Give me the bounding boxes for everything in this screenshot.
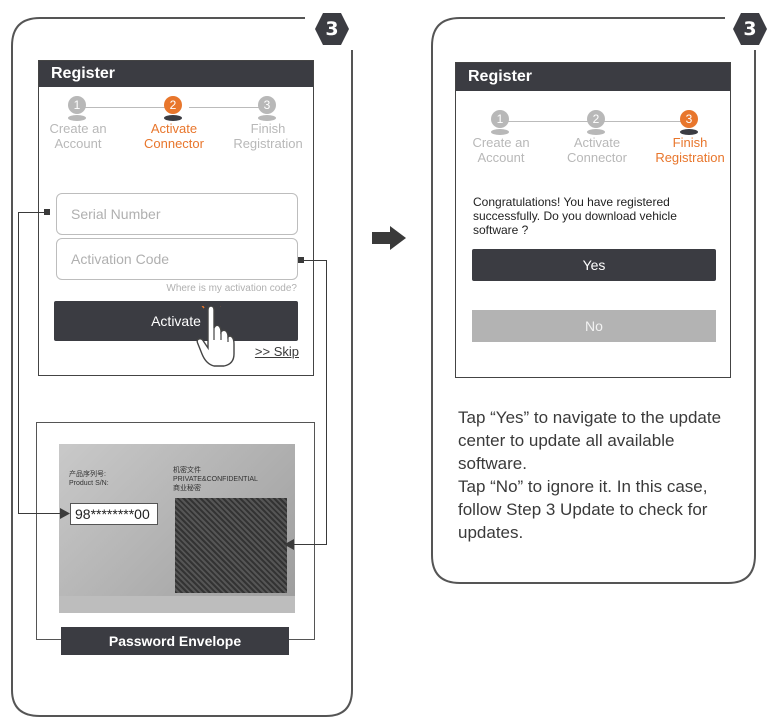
serial-number-input[interactable]: Serial Number: [56, 193, 298, 235]
right-arrow-icon: [372, 226, 406, 250]
step-pin-icon: 2: [586, 109, 608, 135]
skip-link[interactable]: >> Skip: [239, 344, 299, 359]
connector-line: [326, 260, 327, 545]
step-pin-icon: 1: [67, 95, 89, 121]
left-register-title: Register: [39, 61, 313, 87]
activate-button[interactable]: Activate: [54, 301, 298, 341]
no-button[interactable]: No: [472, 310, 716, 342]
connector-line: [18, 212, 46, 213]
envelope-product-label: 产品序列号: Product S/N:: [69, 471, 109, 487]
connector-line: [18, 513, 64, 514]
pointing-hand-icon: [196, 306, 235, 367]
step-pin-icon: 3: [257, 95, 279, 121]
connector-line: [18, 212, 19, 514]
instructions: Tap “Yes” to navigate to the update cent…: [458, 406, 738, 544]
step-badge-right: 3: [732, 11, 768, 47]
step-badge-left: 3: [314, 11, 350, 47]
step-pin-icon: 2: [163, 95, 185, 121]
envelope-confidential-label: 机密文件 PRIVATE&CONFIDENTIAL 商业秘密: [173, 467, 258, 492]
yes-button[interactable]: Yes: [472, 249, 716, 281]
instruction-yes: Tap “Yes” to navigate to the update cent…: [458, 408, 722, 473]
arrow-head-icon: [284, 539, 294, 550]
connector-dot: [44, 209, 50, 215]
step-finish-registration: 3 Finish Registration: [223, 95, 313, 151]
activation-code-input[interactable]: Activation Code: [56, 238, 298, 280]
step-finish-registration: 3 Finish Registration: [645, 109, 735, 165]
step-activate-connector: 2 Activate Connector: [129, 95, 219, 151]
right-register-title: Register: [456, 63, 730, 91]
scratch-off-area: [175, 498, 287, 593]
step-create-account: 1 Create an Account: [33, 95, 123, 151]
step-pin-icon: 1: [490, 109, 512, 135]
password-envelope-photo: 产品序列号: Product S/N: 机密文件 PRIVATE&CONFIDE…: [59, 444, 295, 613]
serial-number-value: 98********00: [70, 503, 158, 525]
left-register-screen: Register 1 Create an Account 2 Activate …: [38, 60, 314, 376]
step-create-account: 1 Create an Account: [456, 109, 546, 165]
step-pin-icon: 3: [679, 109, 701, 135]
step-activate-connector: 2 Activate Connector: [552, 109, 642, 165]
instruction-no: Tap “No” to ignore it. In this case, fol…: [458, 477, 708, 542]
registration-success-message: Congratulations! You have registered suc…: [473, 195, 677, 237]
arrow-head-icon: [60, 508, 70, 519]
connector-line: [292, 544, 327, 545]
activation-code-help-link[interactable]: Where is my activation code?: [139, 283, 297, 294]
connector-line: [303, 260, 327, 261]
envelope-fine-print: [59, 596, 295, 613]
password-envelope-caption: Password Envelope: [61, 627, 289, 655]
right-register-screen: Register 1 Create an Account 2 Activate …: [455, 62, 731, 378]
